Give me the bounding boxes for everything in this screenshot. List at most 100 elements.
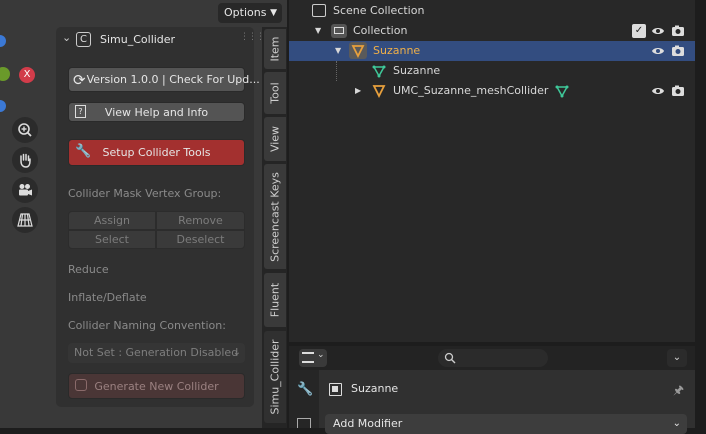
expand-arrow-icon[interactable]: ▼: [335, 41, 341, 61]
expand-arrow-icon[interactable]: ▼: [315, 21, 321, 41]
tab-tool[interactable]: Tool: [264, 72, 286, 114]
scene-collection-label: Scene Collection: [333, 4, 425, 17]
gizmo-x-axis[interactable]: X: [19, 67, 35, 83]
hand-pan-icon[interactable]: [12, 147, 38, 173]
collider-row[interactable]: ▶ UMC_Suzanne_meshCollider: [289, 81, 695, 101]
setup-collider-tools-button[interactable]: 🔧 Setup Collider Tools: [68, 139, 245, 166]
tab-view[interactable]: View: [264, 117, 286, 161]
eye-icon[interactable]: [651, 84, 665, 98]
remove-label: Remove: [178, 214, 223, 227]
add-modifier-label: Add Modifier: [333, 417, 403, 430]
refresh-icon: ⟳: [73, 70, 86, 89]
help-icon: ?: [75, 105, 86, 118]
generate-collider-button[interactable]: Generate New Collider: [68, 373, 245, 399]
tab-simu-collider-label: Simu_Collider: [268, 339, 282, 415]
wrench-modifier-icon[interactable]: 🔧: [297, 382, 313, 397]
expand-arrow-icon[interactable]: ▶: [355, 81, 361, 101]
chevron-down-icon: ⌄: [672, 418, 681, 429]
generate-icon: [75, 379, 87, 391]
tab-screencast-keys-label: Screencast Keys: [268, 171, 282, 262]
pin-icon[interactable]: 🖈: [673, 381, 684, 402]
outliner: Scene Collection ▼ Collection ✓ ▼ Suzann…: [289, 0, 695, 342]
render-camera-icon[interactable]: [671, 44, 685, 58]
suzanne-label: Suzanne: [373, 44, 421, 57]
simu-collider-panel: ⌄ C Simu_Collider ⋮⋮⋮ ⟳ Version 1.0.0 | …: [56, 27, 265, 407]
naming-value: Not Set : Generation Disabled: [74, 346, 239, 359]
properties-tab-bar: 🔧: [289, 370, 319, 428]
tab-fluent[interactable]: Fluent: [264, 273, 286, 327]
deselect-label: Deselect: [176, 233, 225, 246]
options-dropdown-button[interactable]: ⌄: [667, 349, 687, 367]
checkbox-icon[interactable]: ✓: [632, 24, 646, 38]
assign-label: Assign: [94, 214, 130, 227]
scene-collection-icon: [312, 4, 326, 17]
sidebar-tabs: Item Tool View Screencast Keys Fluent Si…: [262, 27, 287, 428]
assign-button[interactable]: Assign: [68, 211, 156, 230]
properties-editor: ⌄ ⌄ 🔧 Suzanne 🖈 Add Modifier ⌄: [289, 346, 695, 434]
add-modifier-dropdown[interactable]: Add Modifier ⌄: [325, 414, 687, 434]
tab-screencast-keys[interactable]: Screencast Keys: [264, 164, 286, 269]
tab-simu-collider[interactable]: Simu_Collider: [264, 331, 286, 423]
panel-header[interactable]: ⌄ C Simu_Collider ⋮⋮⋮: [56, 27, 265, 53]
search-icon: [444, 352, 456, 364]
select-button[interactable]: Select: [68, 230, 156, 249]
inflate-deflate-label: Inflate/Deflate: [68, 291, 147, 304]
collection-icon: [331, 24, 347, 38]
render-camera-icon[interactable]: [671, 84, 685, 98]
naming-convention-dropdown[interactable]: Not Set : Generation Disabled ⌄: [68, 343, 245, 363]
collider-label: UMC_Suzanne_meshCollider: [393, 84, 549, 97]
eye-icon[interactable]: [651, 44, 665, 58]
gizmo-y-axis[interactable]: [0, 67, 10, 81]
suzanne-mesh-row[interactable]: Suzanne: [289, 61, 695, 81]
panel-title: Simu_Collider: [100, 33, 176, 46]
chevron-down-icon: ⌄: [317, 350, 325, 360]
addon-c-icon: C: [76, 32, 91, 47]
tools-icon: 🔧: [75, 144, 92, 159]
scene-collection-row[interactable]: Scene Collection: [289, 1, 695, 21]
editor-type-dropdown[interactable]: ⌄: [299, 349, 327, 367]
properties-header: ⌄ ⌄: [289, 346, 695, 370]
object-icon: [329, 383, 342, 396]
properties-editor-icon: [302, 352, 314, 363]
chevron-down-icon[interactable]: ⌄: [62, 31, 71, 44]
remove-button[interactable]: Remove: [156, 211, 245, 230]
gizmo-blue-dot[interactable]: [0, 35, 6, 47]
grid-perspective-icon[interactable]: [12, 207, 38, 233]
collider-mask-label: Collider Mask Vertex Group:: [68, 187, 222, 200]
select-label: Select: [95, 233, 129, 246]
render-camera-icon[interactable]: [671, 24, 685, 38]
tab-fluent-label: Fluent: [268, 282, 282, 318]
zoom-icon[interactable]: [12, 117, 38, 143]
tab-item[interactable]: Item: [264, 29, 286, 69]
tree-line: [336, 61, 337, 81]
suzanne-mesh-label: Suzanne: [393, 64, 441, 77]
options-label: Options: [224, 6, 267, 19]
generate-label: Generate New Collider: [94, 379, 219, 393]
tab-view-label: View: [268, 125, 282, 153]
tab-item-label: Item: [268, 36, 282, 62]
options-dropdown[interactable]: Options ▼: [218, 3, 282, 23]
view-help-button[interactable]: ? View Help and Info: [68, 102, 245, 122]
version-label: Version 1.0.0 | Check For Upd...: [86, 73, 260, 86]
mesh-object-icon: [371, 83, 387, 106]
gizmo-blue-dot-lower[interactable]: [0, 100, 6, 112]
3d-viewport[interactable]: Options ▼ X ⌄ C Simu_Collider ⋮⋮⋮ ⟳ Vers…: [0, 0, 287, 428]
tab-tool-label: Tool: [268, 82, 282, 104]
tools-tab-icon[interactable]: [297, 418, 311, 428]
mesh-data-icon: [554, 83, 570, 106]
chevron-down-icon: ▼: [270, 8, 277, 18]
eye-icon[interactable]: [651, 24, 665, 38]
chevron-down-icon: ⌄: [232, 347, 241, 358]
collection-row[interactable]: ▼ Collection ✓: [289, 21, 695, 41]
camera-icon[interactable]: [12, 177, 38, 203]
suzanne-row[interactable]: ▼ Suzanne: [289, 41, 695, 61]
version-check-button[interactable]: ⟳ Version 1.0.0 | Check For Upd...: [68, 67, 260, 92]
drag-handle-icon[interactable]: ⋮⋮⋮: [240, 32, 265, 42]
setup-label: Setup Collider Tools: [102, 146, 211, 159]
collection-label: Collection: [353, 24, 408, 37]
naming-convention-label: Collider Naming Convention:: [68, 319, 226, 332]
object-name-label: Suzanne: [351, 382, 399, 395]
deselect-button[interactable]: Deselect: [156, 230, 245, 249]
search-input[interactable]: [438, 349, 548, 367]
reduce-label: Reduce: [68, 263, 109, 276]
